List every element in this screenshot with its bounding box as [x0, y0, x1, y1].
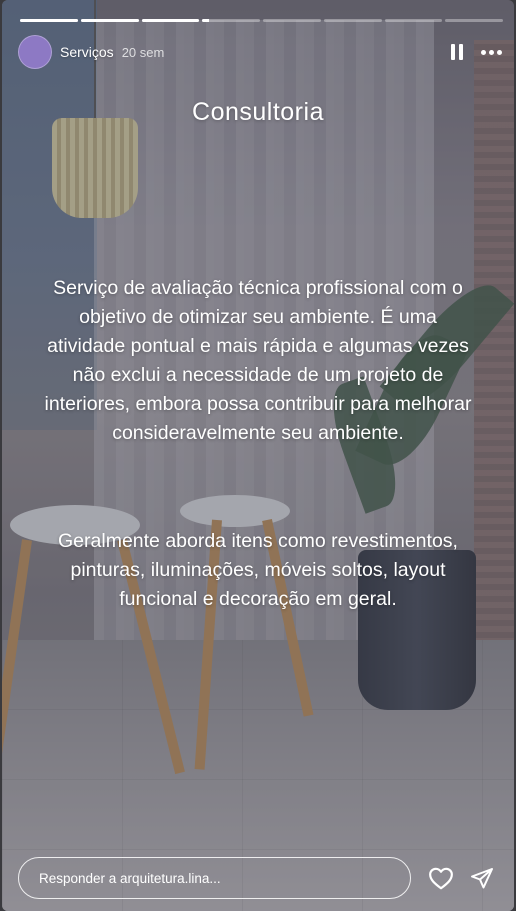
story-title: Consultoria: [192, 98, 324, 126]
progress-segment: [141, 19, 200, 22]
progress-segment: [263, 19, 321, 22]
header-controls: [451, 44, 502, 60]
story-header: Serviços 20 sem: [18, 35, 502, 69]
heart-icon[interactable]: [428, 866, 454, 890]
story-paragraph-2: Geralmente aborda itens como revestiment…: [58, 530, 458, 610]
story-paragraph-1: Serviço de avaliação técnica profissiona…: [44, 277, 472, 444]
progress-fill: [202, 19, 210, 22]
avatar[interactable]: [18, 35, 52, 69]
dim-overlay: [2, 0, 514, 911]
progress-segment: [384, 19, 443, 22]
progress-segment: [445, 19, 503, 22]
story-viewer: [2, 0, 514, 911]
progress-fill: [80, 19, 139, 22]
progress-segment: [80, 19, 139, 22]
progress-segment: [202, 19, 260, 22]
progress-fill: [20, 19, 78, 22]
story-progress-bar: [20, 19, 503, 22]
progress-segment: [20, 19, 78, 22]
reply-input[interactable]: Responder a arquitetura.lina...: [18, 857, 411, 899]
pause-icon[interactable]: [451, 44, 463, 60]
progress-segment: [323, 19, 382, 22]
send-icon[interactable]: [470, 866, 494, 890]
progress-fill: [141, 19, 200, 22]
username[interactable]: Serviços: [60, 44, 114, 60]
timestamp: 20 sem: [121, 44, 165, 60]
story-footer: Responder a arquitetura.lina...: [18, 856, 502, 900]
more-options-icon[interactable]: [481, 49, 502, 55]
